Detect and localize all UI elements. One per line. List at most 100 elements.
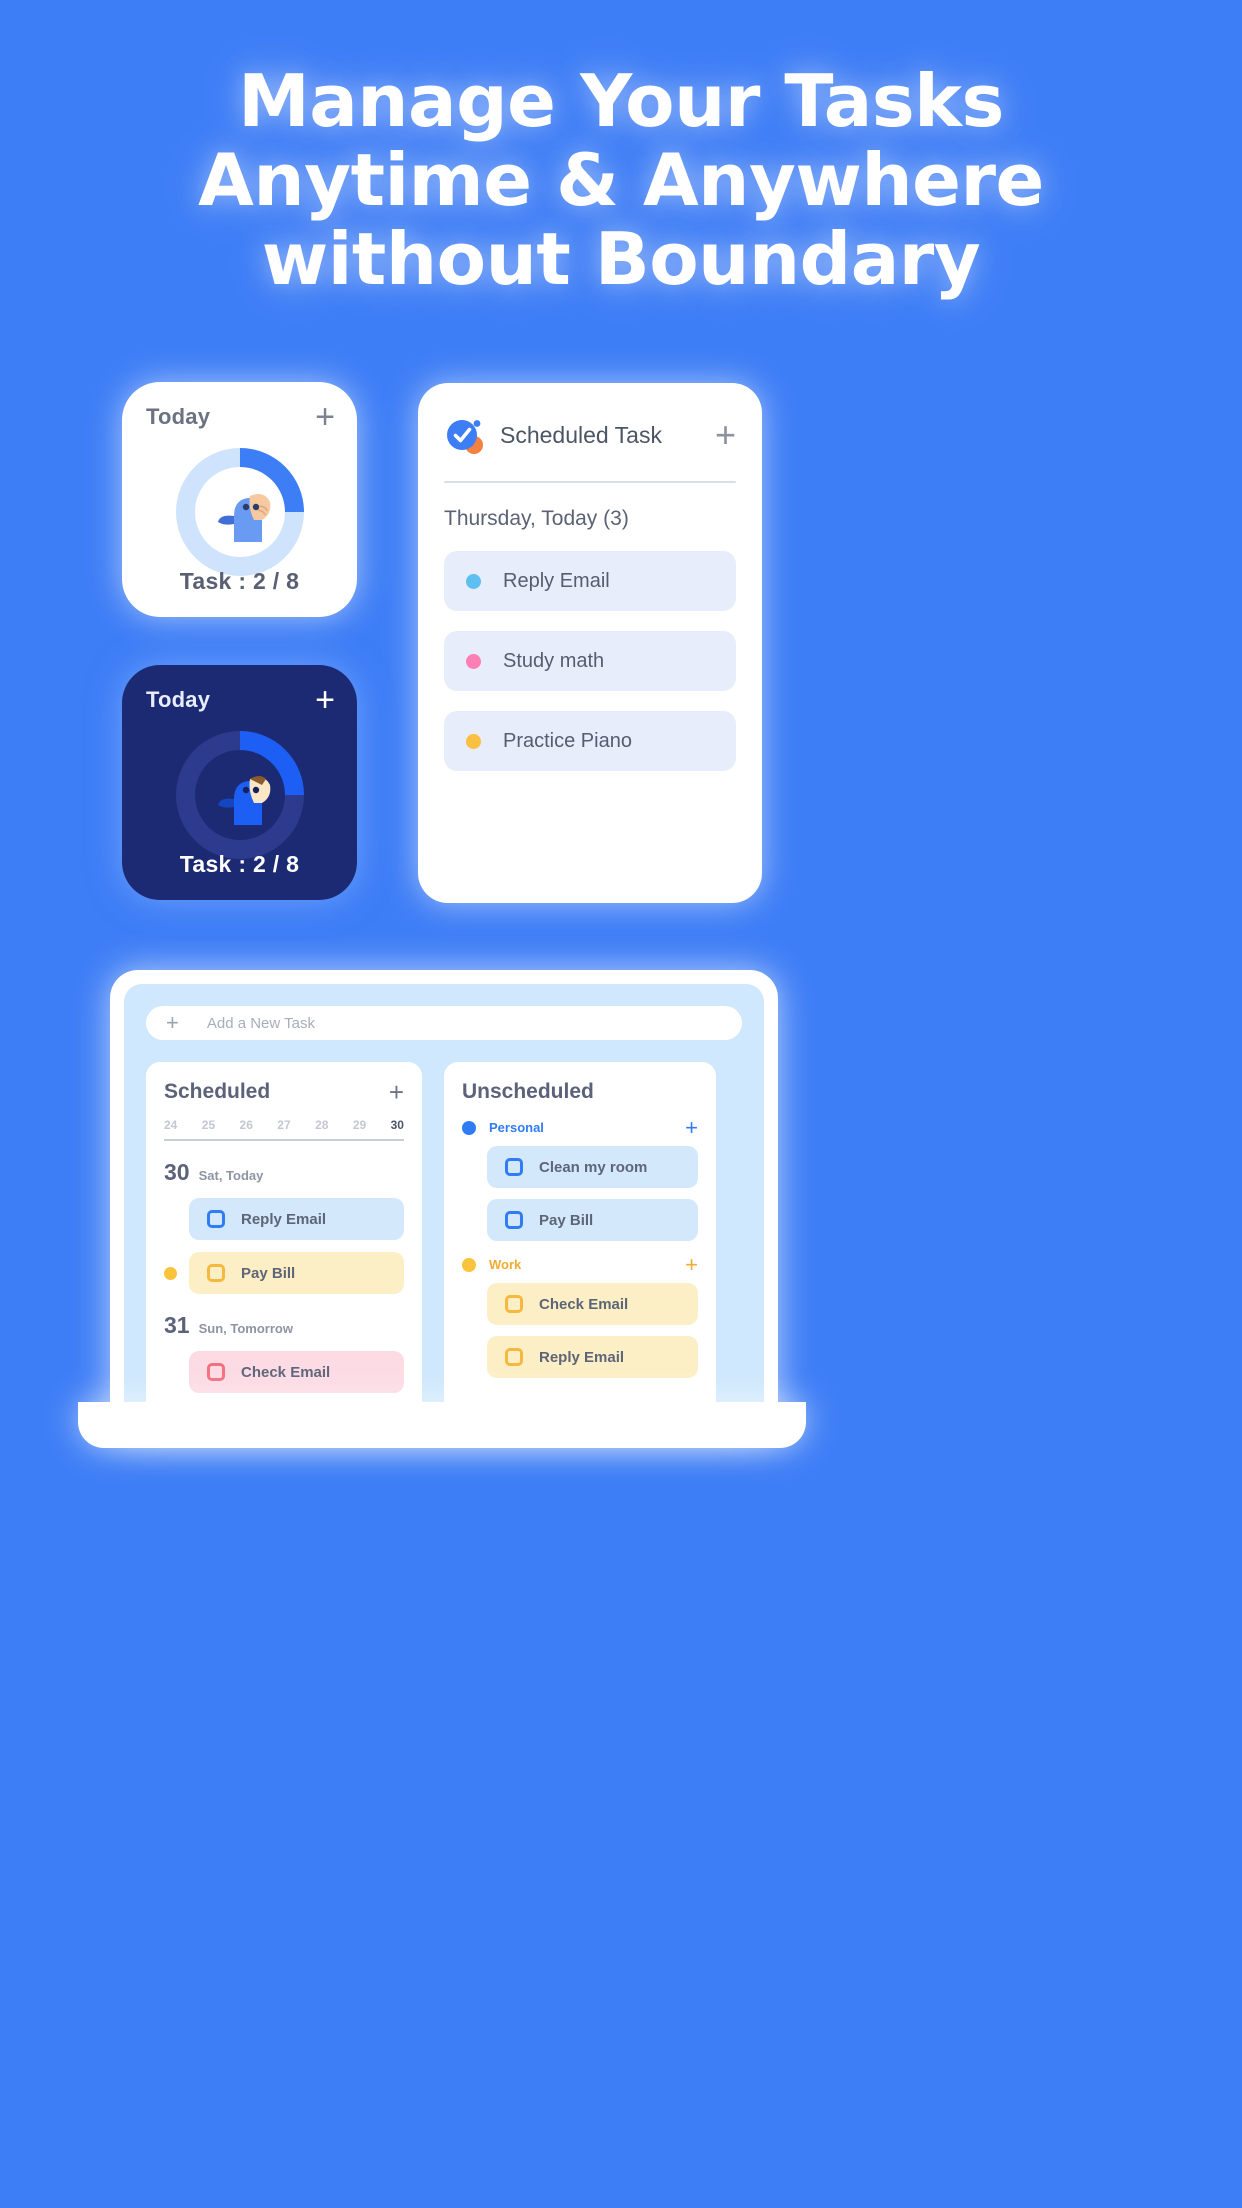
unscheduled-panel-title: Unscheduled bbox=[462, 1080, 594, 1103]
task-color-dot bbox=[466, 733, 481, 749]
day-row: 31 Sun, Tomorrow bbox=[164, 1312, 404, 1339]
day-label: Sun, Tomorrow bbox=[198, 1321, 293, 1336]
date-tick[interactable]: 27 bbox=[277, 1118, 290, 1132]
scheduled-panel: Scheduled + 24 25 26 27 28 29 30 30 Sat,… bbox=[146, 1062, 422, 1422]
scheduled-task-card: Scheduled Task + Thursday, Today (3) Rep… bbox=[418, 383, 762, 903]
task-chip[interactable]: Pay Bill bbox=[189, 1252, 404, 1294]
widget-title-dark: Today bbox=[146, 687, 211, 712]
list-item[interactable]: Study math bbox=[444, 631, 736, 691]
task-label: Pay Bill bbox=[539, 1211, 594, 1229]
add-task-icon-dark[interactable]: + bbox=[315, 683, 335, 717]
task-chip[interactable]: Clean my room bbox=[487, 1146, 698, 1188]
bird-avatar-icon bbox=[217, 494, 270, 542]
progress-donut-chart bbox=[175, 448, 304, 576]
date-strip[interactable]: 24 25 26 27 28 29 30 bbox=[164, 1118, 404, 1141]
unscheduled-panel: Unscheduled Personal + Clean my room Pay… bbox=[444, 1062, 716, 1422]
add-new-task-input[interactable]: + Add a New Task bbox=[146, 1006, 742, 1040]
date-tick[interactable]: 29 bbox=[353, 1118, 366, 1132]
task-row[interactable]: Pay Bill bbox=[164, 1252, 404, 1294]
add-scheduled-task-icon[interactable]: + bbox=[715, 417, 736, 453]
task-row[interactable]: Reply Email bbox=[462, 1336, 698, 1378]
task-row[interactable]: Check Email bbox=[164, 1351, 404, 1393]
checkbox-icon[interactable] bbox=[505, 1211, 523, 1229]
scheduled-task-title: Scheduled Task bbox=[500, 421, 662, 448]
checkbox-icon[interactable] bbox=[207, 1264, 225, 1282]
add-scheduled-icon[interactable]: + bbox=[389, 1079, 404, 1105]
group-row-personal: Personal + bbox=[462, 1116, 698, 1138]
scheduled-panel-header: Scheduled + bbox=[164, 1079, 404, 1105]
task-chip[interactable]: Reply Email bbox=[487, 1336, 698, 1378]
task-chip[interactable]: Check Email bbox=[189, 1351, 404, 1393]
headline-line-1: Manage Your Tasks bbox=[238, 59, 1004, 143]
headline-line-3: without Boundary bbox=[261, 217, 981, 301]
date-tick[interactable]: 28 bbox=[315, 1118, 328, 1132]
date-tick[interactable]: 25 bbox=[202, 1118, 215, 1132]
task-marker-dot bbox=[164, 1366, 177, 1379]
laptop-mockup: + Add a New Task Scheduled + 24 25 26 27… bbox=[110, 970, 778, 1440]
day-row: 30 Sat, Today bbox=[164, 1159, 404, 1186]
scheduled-task-list: Reply Email Study math Practice Piano bbox=[444, 551, 736, 771]
group-label: Work bbox=[489, 1257, 522, 1272]
plus-icon: + bbox=[166, 1010, 179, 1035]
task-label: Clean my room bbox=[539, 1158, 648, 1176]
date-tick-selected[interactable]: 30 bbox=[391, 1118, 404, 1132]
group-color-dot bbox=[462, 1257, 476, 1272]
add-work-task-icon[interactable]: + bbox=[685, 1253, 698, 1275]
date-tick[interactable]: 24 bbox=[164, 1118, 177, 1132]
task-row[interactable]: Reply Email bbox=[164, 1198, 404, 1240]
checkbox-icon[interactable] bbox=[207, 1210, 225, 1228]
task-label: Reply Email bbox=[503, 569, 610, 592]
task-label: Pay Bill bbox=[241, 1264, 296, 1282]
app-logo-check-icon bbox=[444, 414, 486, 456]
add-task-placeholder: Add a New Task bbox=[206, 1014, 315, 1032]
laptop-screen: + Add a New Task Scheduled + 24 25 26 27… bbox=[124, 984, 764, 1426]
task-color-dot bbox=[466, 573, 481, 589]
day-number: 31 bbox=[164, 1312, 190, 1338]
panels-container: Scheduled + 24 25 26 27 28 29 30 30 Sat,… bbox=[146, 1062, 742, 1422]
date-tick[interactable]: 26 bbox=[240, 1118, 253, 1132]
today-widget-light[interactable]: Today + Task : 2 / 8 bbox=[122, 382, 357, 617]
task-label: Reply Email bbox=[241, 1210, 327, 1228]
laptop-base bbox=[78, 1402, 806, 1448]
page-title: Manage Your Tasks Anytime & Anywhere wit… bbox=[0, 62, 1242, 299]
task-color-dot bbox=[466, 653, 481, 669]
list-item[interactable]: Reply Email bbox=[444, 551, 736, 611]
task-label: Practice Piano bbox=[503, 729, 632, 752]
task-row[interactable]: Clean my room bbox=[462, 1146, 698, 1188]
task-label: Study math bbox=[503, 649, 605, 672]
checkbox-icon[interactable] bbox=[207, 1363, 225, 1381]
today-widget-dark[interactable]: Today + Task : 2 / 8 bbox=[122, 665, 357, 900]
scheduled-task-header: Scheduled Task + bbox=[444, 411, 736, 459]
task-chip[interactable]: Reply Email bbox=[189, 1198, 404, 1240]
task-chip[interactable]: Pay Bill bbox=[487, 1199, 698, 1241]
task-label: Check Email bbox=[539, 1295, 629, 1313]
task-count-label-dark: Task : 2 / 8 bbox=[179, 851, 300, 877]
headline-line-2: Anytime & Anywhere bbox=[198, 138, 1044, 222]
add-personal-task-icon[interactable]: + bbox=[685, 1116, 698, 1138]
day-header-label: Thursday, Today (3) bbox=[444, 507, 629, 530]
task-label: Reply Email bbox=[539, 1348, 625, 1366]
task-row[interactable]: Check Email bbox=[462, 1283, 698, 1325]
bird-avatar-icon-dark bbox=[217, 776, 270, 825]
widget-header: Today + bbox=[146, 400, 335, 434]
group-label: Personal bbox=[489, 1120, 544, 1135]
widget-title: Today bbox=[146, 404, 211, 429]
unscheduled-panel-header: Unscheduled bbox=[462, 1080, 698, 1104]
task-marker-dot bbox=[164, 1266, 177, 1280]
task-marker-dot bbox=[164, 1213, 177, 1226]
checkbox-icon[interactable] bbox=[505, 1348, 523, 1366]
add-task-icon[interactable]: + bbox=[315, 400, 335, 434]
group-color-dot bbox=[462, 1120, 476, 1135]
checkbox-icon[interactable] bbox=[505, 1295, 523, 1313]
task-chip[interactable]: Check Email bbox=[487, 1283, 698, 1325]
task-count-label: Task : 2 / 8 bbox=[179, 568, 300, 594]
scheduled-panel-title: Scheduled bbox=[164, 1080, 271, 1103]
checkbox-icon[interactable] bbox=[505, 1158, 523, 1176]
group-row-work: Work + bbox=[462, 1253, 698, 1275]
widget-header-dark: Today + bbox=[146, 683, 335, 717]
list-item[interactable]: Practice Piano bbox=[444, 711, 736, 771]
task-label: Check Email bbox=[241, 1363, 331, 1381]
progress-donut-chart-dark bbox=[175, 731, 304, 859]
task-row[interactable]: Pay Bill bbox=[462, 1199, 698, 1241]
day-label: Sat, Today bbox=[198, 1168, 264, 1183]
